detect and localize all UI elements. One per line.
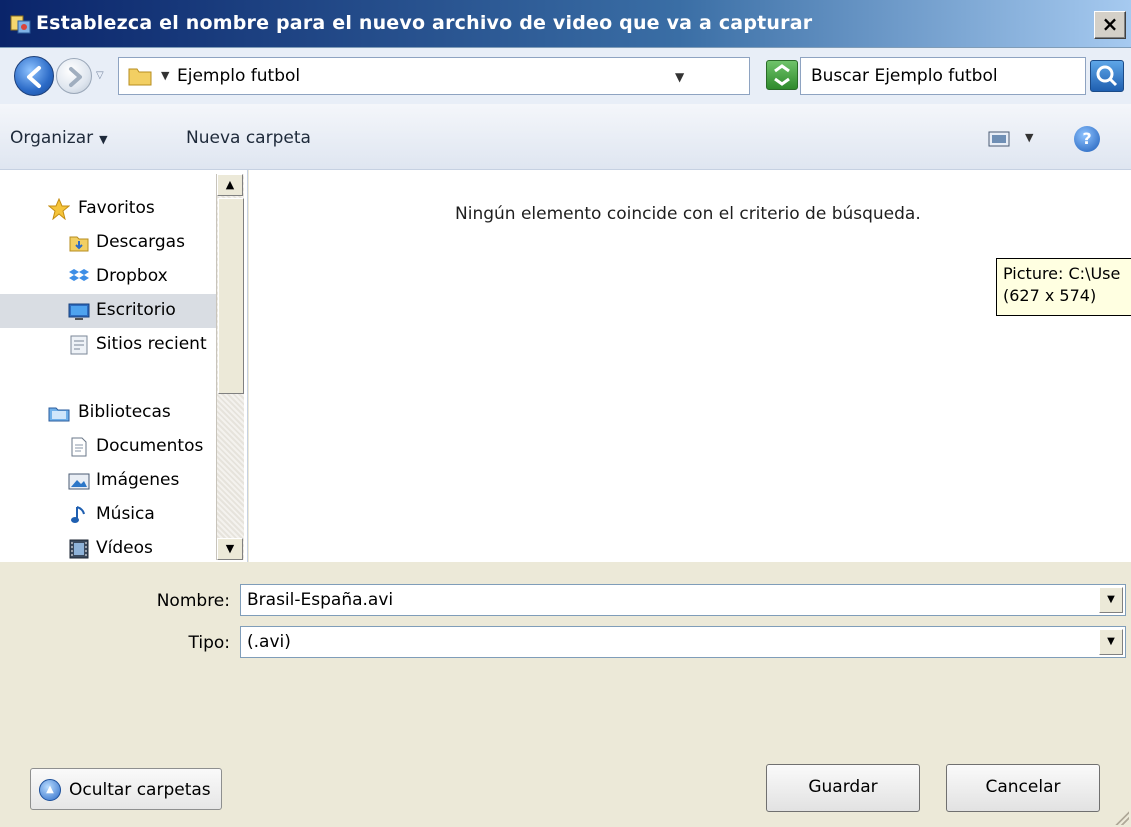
empty-results-message: Ningún elemento coincide con el criterio… — [455, 204, 921, 224]
breadcrumb-current-folder[interactable]: Ejemplo futbol — [177, 66, 300, 86]
file-type-chevron-down-icon[interactable]: ▼ — [1099, 629, 1123, 655]
chevron-down-icon: ▼ — [99, 133, 108, 146]
nav-item-videos[interactable]: Vídeos — [0, 532, 228, 562]
file-name-value: Brasil-España.avi — [247, 590, 394, 610]
refresh-icon — [774, 64, 790, 86]
nav-item-recent-places[interactable]: Sitios recient — [0, 328, 228, 362]
resize-grip-icon[interactable] — [1115, 811, 1129, 825]
search-button[interactable] — [1090, 60, 1124, 92]
file-name-chevron-down-icon[interactable]: ▼ — [1099, 587, 1123, 613]
search-input[interactable]: Buscar Ejemplo futbol — [800, 57, 1086, 95]
close-button[interactable]: × — [1094, 11, 1126, 39]
organize-menu[interactable]: Organizar ▼ — [10, 128, 108, 148]
hide-folders-label: Ocultar carpetas — [69, 780, 211, 800]
save-button[interactable]: Guardar — [766, 764, 920, 812]
app-icon — [10, 15, 31, 34]
tooltip: Picture: C:\Use (627 x 574) — [996, 258, 1131, 316]
title-bar[interactable]: Establezca el nombre para el nuevo archi… — [0, 0, 1131, 48]
file-type-value: (.avi) — [247, 632, 291, 652]
nav-label: Sitios recient — [96, 334, 207, 354]
nav-item-libraries[interactable]: Bibliotecas — [0, 396, 228, 430]
nav-item-desktop[interactable]: Escritorio — [0, 294, 228, 328]
videos-icon — [69, 539, 89, 559]
tooltip-line-path: Picture: C:\Use — [1003, 264, 1121, 283]
star-icon — [48, 198, 70, 220]
file-type-label: Tipo: — [188, 633, 230, 653]
desktop-icon — [68, 303, 90, 320]
view-options-icon[interactable] — [988, 131, 1010, 147]
nav-item-documents[interactable]: Documentos — [0, 430, 228, 464]
address-history-chevron-down-icon[interactable]: ▼ — [675, 70, 684, 84]
nav-item-pictures[interactable]: Imágenes — [0, 464, 228, 498]
back-arrow-icon — [27, 66, 41, 88]
scroll-down-icon[interactable]: ▼ — [217, 538, 243, 560]
breadcrumb[interactable]: ▼ Ejemplo futbol ▼ — [118, 57, 750, 95]
save-file-dialog: Establezca el nombre para el nuevo archi… — [0, 0, 1131, 827]
navigation-pane: Favoritos Descargas Dropbox Escritorio S… — [0, 170, 248, 562]
music-icon — [71, 506, 85, 523]
downloads-folder-icon — [69, 236, 89, 252]
pictures-icon — [68, 473, 90, 490]
nav-label: Dropbox — [96, 266, 168, 286]
tooltip-line-size: (627 x 574) — [1003, 286, 1097, 305]
organize-label: Organizar — [10, 128, 94, 148]
nav-item-dropbox[interactable]: Dropbox — [0, 260, 228, 294]
navigation-scrollbar[interactable]: ▲ ▼ — [216, 174, 244, 560]
nav-label: Bibliotecas — [78, 402, 171, 422]
search-icon — [1096, 65, 1118, 87]
recent-pages-chevron-down-icon[interactable]: ▽ — [96, 70, 104, 81]
hide-folders-button[interactable]: ▲ Ocultar carpetas — [30, 768, 222, 810]
new-folder-button[interactable]: Nueva carpeta — [186, 128, 311, 148]
cancel-button[interactable]: Cancelar — [946, 764, 1100, 812]
command-bar: Organizar ▼ Nueva carpeta ▼ ? — [0, 104, 1131, 170]
nav-item-downloads[interactable]: Descargas — [0, 226, 228, 260]
nav-label: Descargas — [96, 232, 185, 252]
address-bar: ▽ ▼ Ejemplo futbol ▼ Buscar Ejemplo futb… — [0, 48, 1131, 104]
recent-places-icon — [70, 335, 88, 355]
folder-icon — [128, 68, 152, 86]
documents-icon — [71, 437, 87, 457]
file-name-field[interactable]: Brasil-España.avi ▼ — [240, 584, 1126, 616]
save-form: Nombre: Brasil-España.avi ▼ Tipo: (.avi)… — [0, 562, 1131, 827]
nav-label: Imágenes — [96, 470, 180, 490]
nav-item-music[interactable]: Música — [0, 498, 228, 532]
nav-label: Escritorio — [96, 300, 176, 320]
scrollbar-thumb[interactable] — [218, 198, 244, 394]
forward-button[interactable] — [56, 58, 92, 94]
libraries-icon — [48, 407, 70, 422]
back-button[interactable] — [14, 56, 54, 96]
dropbox-icon — [69, 269, 89, 281]
nav-item-favorites[interactable]: Favoritos — [0, 192, 228, 226]
breadcrumb-separator-icon[interactable]: ▼ — [161, 69, 169, 82]
help-icon[interactable]: ? — [1074, 126, 1100, 152]
file-list[interactable]: Ningún elemento coincide con el criterio… — [249, 170, 1131, 562]
window-title: Establezca el nombre para el nuevo archi… — [36, 12, 813, 34]
nav-label: Música — [96, 504, 155, 524]
view-chevron-down-icon[interactable]: ▼ — [1025, 131, 1033, 144]
nav-label: Documentos — [96, 436, 204, 456]
file-name-label: Nombre: — [156, 591, 230, 611]
nav-label: Vídeos — [96, 538, 153, 558]
search-placeholder: Buscar Ejemplo futbol — [811, 66, 998, 86]
nav-label: Favoritos — [78, 198, 155, 218]
scroll-up-icon[interactable]: ▲ — [217, 174, 243, 196]
collapse-up-icon: ▲ — [39, 779, 61, 801]
forward-arrow-icon — [69, 67, 82, 87]
refresh-button[interactable] — [766, 60, 798, 90]
file-type-select[interactable]: (.avi) ▼ — [240, 626, 1126, 658]
